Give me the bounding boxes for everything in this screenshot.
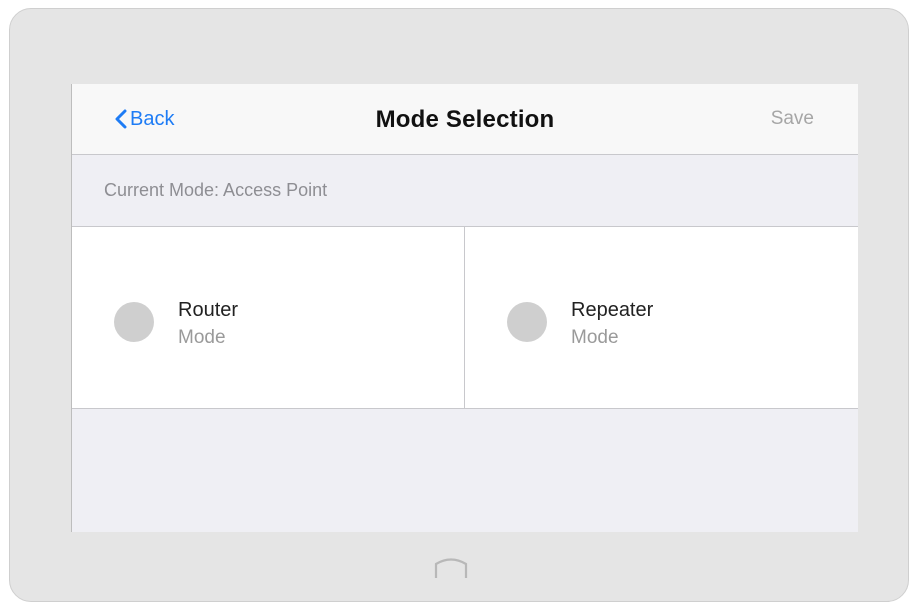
navigation-bar: Back Mode Selection Save	[72, 84, 858, 155]
current-mode-label: Current Mode: Access Point	[72, 155, 858, 227]
mode-options: Router Mode Repeater Mode	[72, 227, 858, 409]
router-mode-sub: Mode	[178, 327, 226, 348]
repeater-mode-name: Repeater	[571, 299, 654, 321]
page-title: Mode Selection	[375, 106, 555, 133]
repeater-radio-button[interactable]	[507, 302, 547, 342]
router-mode-name: Router	[178, 299, 239, 321]
app-screen: Back Mode Selection Save Current Mode: A…	[71, 84, 858, 532]
repeater-mode-option[interactable]: Repeater Mode	[465, 227, 858, 408]
router-mode-option[interactable]: Router Mode	[72, 227, 465, 408]
save-button[interactable]: Save	[771, 108, 814, 130]
router-radio-button[interactable]	[114, 302, 154, 342]
home-button-icon[interactable]	[432, 554, 470, 580]
repeater-mode-sub: Mode	[571, 327, 619, 348]
